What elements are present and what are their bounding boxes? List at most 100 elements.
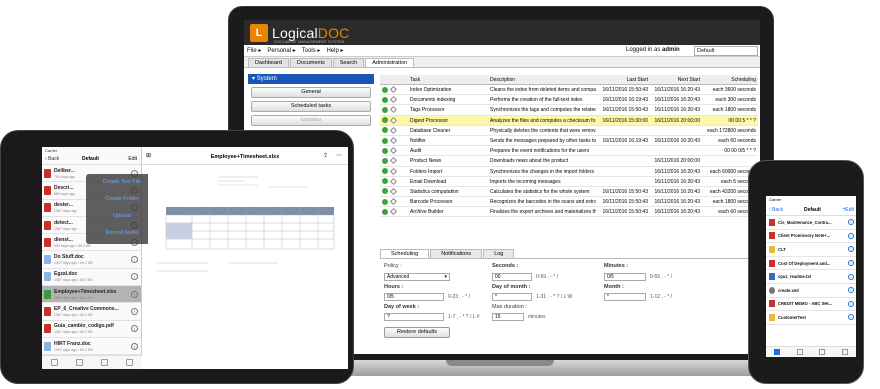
search-tab-icon[interactable] [76,359,83,366]
list-item[interactable]: CustomerTest i [766,311,856,325]
list-item[interactable]: Guia_cambio_codigo.pdf 1067 days ago • 60… [42,321,141,338]
seconds-field[interactable]: 00 [492,273,532,281]
task-row[interactable]: Email Download Imports the incoming messa… [380,177,758,187]
more-tab-icon[interactable] [126,359,133,366]
documents-tab-icon[interactable] [774,349,781,355]
task-row[interactable]: Archive Builder Finalizes the export arch… [380,207,758,218]
split-view-icon[interactable]: ⊞ [146,152,151,159]
documents-tab-icon[interactable] [51,359,58,366]
list-item[interactable]: Cis_Maintenance_Contra... i [766,216,856,230]
task-row[interactable]: Tags Processor Synchronizes the tags and … [380,105,758,116]
task-row[interactable]: Notifier Sends the messages prepared by o… [380,136,758,147]
info-icon[interactable]: i [848,273,854,280]
task-row[interactable]: Product News Downloads news about the pro… [380,156,758,167]
edit-button[interactable]: Edit [128,156,137,162]
run-icon[interactable] [389,187,398,196]
list-item[interactable]: Cost Of Deployment and... i [766,257,856,271]
info-icon[interactable]: i [848,260,854,267]
search-tab-icon[interactable] [796,349,803,355]
run-icon[interactable] [389,116,398,124]
info-icon[interactable]: i [131,290,138,298]
col-task[interactable]: Task [408,75,488,84]
month-field[interactable]: * [604,293,646,301]
workspace-select[interactable]: Default [694,46,758,56]
col-scheduling[interactable]: Scheduling [702,75,758,84]
list-item[interactable]: create.xml i [766,284,856,298]
run-icon[interactable] [389,86,398,94]
info-icon[interactable]: i [848,314,854,321]
info-icon[interactable]: i [131,256,138,264]
task-row[interactable]: Audit Prepares the event notifications fo… [380,146,758,157]
max-duration-stepper[interactable]: 15 [492,313,524,321]
share-icon[interactable]: ⇪ [323,152,328,159]
run-icon[interactable] [389,96,398,104]
list-item[interactable]: cpuz_readme.txt i [766,270,856,284]
more-tab-icon[interactable] [841,349,848,355]
tab-documents[interactable]: Documents [289,58,332,67]
back-button[interactable]: ‹ Back [45,156,59,162]
task-row[interactable]: Digest Processor Analyzes the files and c… [380,115,758,126]
info-icon[interactable]: i [131,308,138,316]
hours-field[interactable]: 0/5 [384,293,444,301]
tab-log[interactable]: Log [483,249,515,258]
menu-tools[interactable]: Tools ▸ [302,47,321,54]
day-of-week-field[interactable]: ? [384,313,444,321]
section-system[interactable]: ▾ System [248,74,374,84]
run-icon[interactable] [389,106,398,114]
settings-tab-icon[interactable] [101,359,108,366]
task-row[interactable]: Database Cleaner Physically deletes the c… [380,126,758,136]
task-row[interactable]: Barcode Processor Recognizes the barcodes… [380,197,758,208]
minutes-field[interactable]: 0/5 [604,273,646,281]
status-green-icon [382,86,388,93]
info-icon[interactable]: i [848,287,854,294]
restore-defaults-button[interactable]: Restore defaults [384,327,450,338]
run-icon[interactable] [389,167,398,175]
list-item[interactable]: EP_6_Creative Commons... 1067 days ago • … [42,303,141,321]
run-icon[interactable] [389,147,398,155]
list-item[interactable]: HIRT Franz.doc 1067 days ago • 60.2 KB i [42,338,141,356]
info-icon[interactable]: i [131,325,138,333]
policy-select[interactable]: Advanced ▾ [384,273,450,281]
settings-tab-icon[interactable] [819,349,826,355]
list-item[interactable]: CLT i [766,243,856,257]
task-row[interactable]: Statistics computation Calculates the sta… [380,187,758,198]
list-item[interactable]: Client Promissory Note+... i [766,230,856,244]
info-icon[interactable]: i [848,232,854,239]
info-icon[interactable]: i [848,219,854,226]
iphone-edit-button[interactable]: Edit [845,207,854,213]
general-button[interactable]: General [251,87,371,98]
scheduled-tasks-button[interactable]: Scheduled tasks [251,101,371,112]
list-item[interactable]: Egzal.doc 1067 days ago • 60.2 KB i [42,269,141,287]
info-icon[interactable]: i [848,246,854,253]
day-of-month-field[interactable]: * [492,293,532,301]
run-icon[interactable] [389,136,398,145]
tab-dashboard[interactable]: Dashboard [248,58,289,67]
tab-search[interactable]: Search [332,58,365,67]
task-row[interactable]: Index Optimization Cleans the index from … [380,85,758,96]
list-item[interactable]: CREDIT MEMO - ABC SHI... i [766,298,856,312]
updates-button[interactable]: Updates [251,115,371,126]
run-icon[interactable] [389,126,398,134]
menu-help[interactable]: Help ▸ [326,47,343,54]
info-icon[interactable]: i [848,300,854,307]
info-icon[interactable]: i [131,342,138,350]
run-icon[interactable] [389,157,398,165]
tab-administration[interactable]: Administration [365,58,415,67]
menu-personal[interactable]: Personal ▸ [267,47,295,54]
col-description[interactable]: Description [488,75,596,84]
menu-file[interactable]: File ▸ [247,47,261,54]
info-icon[interactable]: i [131,273,138,281]
task-row[interactable]: Documents indexing Performs the creation … [380,95,758,106]
run-icon[interactable] [389,198,398,206]
col-next-start[interactable]: Next Start [650,75,702,84]
tab-notifications[interactable]: Notifications [430,249,483,258]
more-icon[interactable]: ⋯ [336,152,342,159]
tab-scheduling[interactable]: Scheduling [380,249,430,258]
iphone-back-button[interactable]: ‹ Back [769,207,783,213]
col-last-start[interactable]: Last Start [596,75,650,84]
list-item[interactable]: Employee+Timesheet.xlsx 1067 days ago • 6… [42,286,141,304]
run-icon[interactable] [389,208,398,216]
run-icon[interactable] [389,177,398,185]
task-row[interactable]: Folders Import Synchronizes the changes i… [380,167,758,177]
list-item[interactable]: Do Stuff.doc 1067 days ago • 60.2 KB i [42,251,141,269]
